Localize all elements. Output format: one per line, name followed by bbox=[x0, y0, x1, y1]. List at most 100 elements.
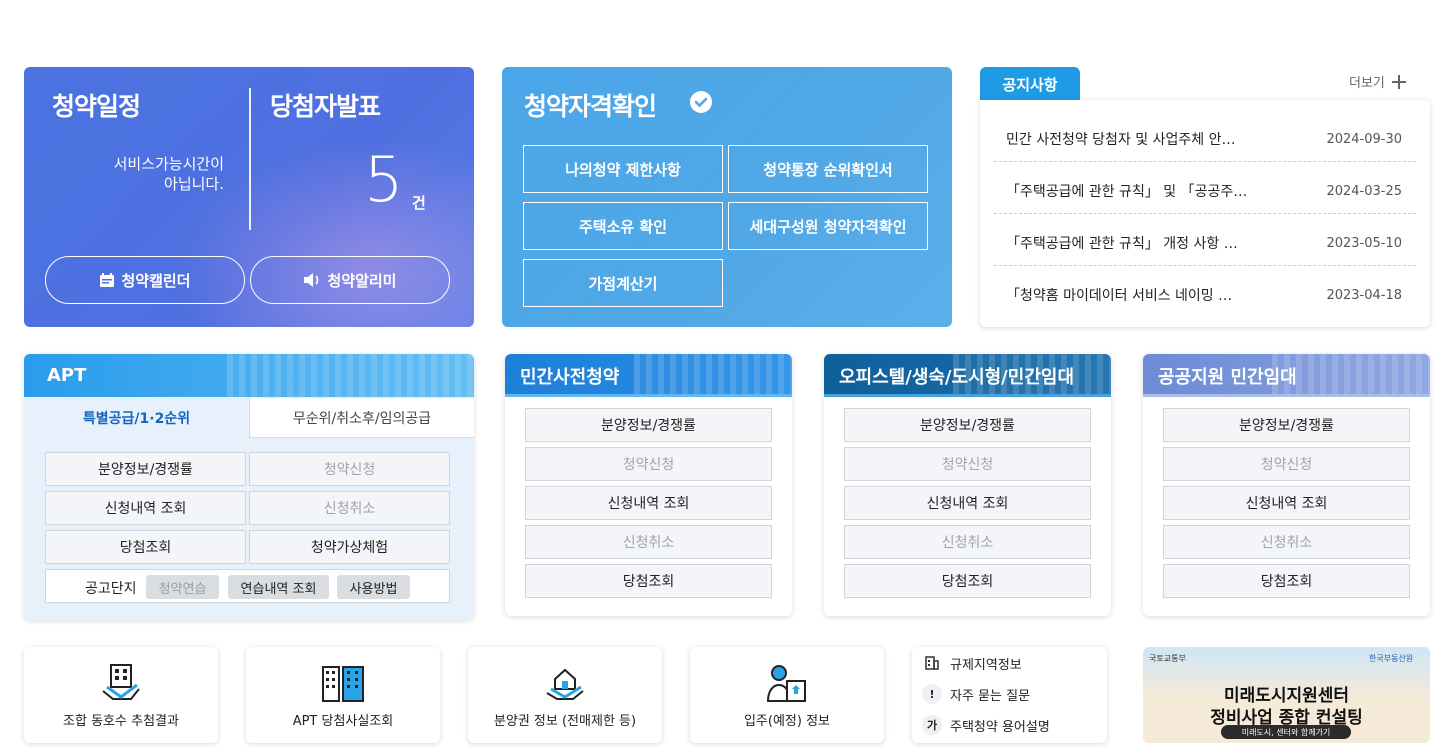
regulated-area-link[interactable]: 규제지역정보 bbox=[922, 652, 1022, 674]
house-ownership-button[interactable]: 주택소유 확인 bbox=[523, 202, 723, 250]
check-icon bbox=[690, 91, 712, 113]
apt-history-button[interactable]: 신청내역 조회 bbox=[45, 491, 246, 525]
tab-special-supply[interactable]: 특별공급/1·2순위 bbox=[24, 398, 249, 438]
faq-label: 자주 묻는 질문 bbox=[950, 688, 1031, 704]
speaker-icon bbox=[304, 273, 319, 287]
pre-sale-header: 민간사전청약 bbox=[505, 354, 792, 397]
notice-date: 2024-09-30 bbox=[1326, 132, 1402, 147]
notice-title[interactable]: 민간 사전청약 당첨자 및 사업주체 안… bbox=[1006, 129, 1235, 149]
officetel-cancel-button[interactable]: 신청취소 bbox=[844, 525, 1091, 559]
officetel-result-button[interactable]: 당첨조회 bbox=[844, 564, 1091, 598]
building-pattern bbox=[226, 354, 474, 397]
schedule-card: 청약일정 당첨자발표 서비스가능시간이 아닙니다. 5 건 청약캘린더 청약알리… bbox=[24, 67, 474, 327]
alarm-button[interactable]: 청약알리미 bbox=[250, 256, 450, 304]
winners-title[interactable]: 당첨자발표 bbox=[270, 87, 381, 123]
apt-cancel-button[interactable]: 신청취소 bbox=[249, 491, 450, 525]
calendar-icon bbox=[100, 273, 115, 287]
quick-link-label: 조합 동호수 추첨결과 bbox=[63, 714, 179, 729]
public-rental-header: 공공지원 민간임대 bbox=[1143, 354, 1430, 397]
faq-label: 규제지역정보 bbox=[950, 657, 1022, 673]
schedule-title[interactable]: 청약일정 bbox=[52, 87, 141, 123]
public-rental-cancel-button[interactable]: 신청취소 bbox=[1163, 525, 1410, 559]
notice-title[interactable]: 「주택공급에 관한 규칙」 개정 사항 … bbox=[1006, 233, 1238, 253]
info-links: 규제지역정보 ! 자주 묻는 질문 가 주택청약 용어설명 bbox=[912, 647, 1107, 743]
notice-title[interactable]: 「청약홈 마이데이터 서비스 네이밍 … bbox=[1006, 285, 1232, 305]
practice-history-button[interactable]: 연습내역 조회 bbox=[228, 575, 329, 599]
exclamation-icon: ! bbox=[922, 684, 942, 704]
officetel-title: 오피스텔/생숙/도시형/민간임대 bbox=[839, 366, 1075, 388]
apt-header: APT bbox=[24, 354, 474, 397]
officetel-header: 오피스텔/생숙/도시형/민간임대 bbox=[824, 354, 1111, 397]
banner-org2: 한국부동산원 bbox=[1369, 654, 1414, 663]
apt-title: APT bbox=[47, 365, 87, 386]
banner-tagline: 미래도시, 센터와 함께가기 bbox=[1221, 725, 1351, 739]
quick-link-apt-winner[interactable]: APT 당첨사실조회 bbox=[246, 647, 440, 743]
quick-link-union-lottery[interactable]: 조합 동호수 추첨결과 bbox=[24, 647, 218, 743]
faq-label: 주택청약 용어설명 bbox=[950, 719, 1050, 735]
faq-link[interactable]: ! 자주 묻는 질문 bbox=[922, 683, 1030, 705]
my-restriction-button[interactable]: 나의청약 제한사항 bbox=[523, 145, 723, 193]
pre-sale-cancel-button[interactable]: 신청취소 bbox=[525, 525, 772, 559]
practice-bar: 공고단지 청약연습 연습내역 조회 사용방법 bbox=[45, 569, 450, 603]
tab-notices[interactable]: 공지사항 bbox=[980, 67, 1080, 101]
apt-result-button[interactable]: 당첨조회 bbox=[45, 530, 246, 564]
notice-title[interactable]: 「주택공급에 관한 규칙」 및 「공공주… bbox=[1006, 181, 1247, 201]
pre-sale-card: 민간사전청약 분양정보/경쟁률 청약신청 신청내역 조회 신청취소 당첨조회 bbox=[505, 354, 792, 616]
pre-sale-history-button[interactable]: 신청내역 조회 bbox=[525, 486, 772, 520]
public-rental-info-button[interactable]: 분양정보/경쟁률 bbox=[1163, 408, 1410, 442]
notice-list: 민간 사전청약 당첨자 및 사업주체 안… 2024-09-30 「주택공급에 … bbox=[980, 100, 1430, 327]
building-icon bbox=[922, 653, 942, 673]
public-rental-result-button[interactable]: 당첨조회 bbox=[1163, 564, 1410, 598]
account-rank-button[interactable]: 청약통장 순위확인서 bbox=[728, 145, 928, 193]
winners-count[interactable]: 5 bbox=[364, 145, 403, 215]
point-calculator-button[interactable]: 가점계산기 bbox=[523, 259, 723, 307]
pre-sale-apply-button[interactable]: 청약신청 bbox=[525, 447, 772, 481]
practice-label: 공고단지 bbox=[85, 581, 137, 597]
more-link[interactable]: 더보기 bbox=[1349, 72, 1407, 91]
apartment-icon bbox=[322, 666, 364, 702]
practice-button[interactable]: 청약연습 bbox=[146, 575, 219, 599]
list-item[interactable]: 민간 사전청약 당첨자 및 사업주체 안… 2024-09-30 bbox=[994, 110, 1416, 162]
notice-date: 2024-03-25 bbox=[1326, 184, 1402, 199]
notice-date: 2023-05-10 bbox=[1326, 236, 1402, 251]
public-rental-history-button[interactable]: 신청내역 조회 bbox=[1163, 486, 1410, 520]
building-hand-icon bbox=[102, 664, 140, 700]
glossary-icon: 가 bbox=[922, 715, 942, 735]
tab-no-rank-supply[interactable]: 무순위/취소후/임의공급 bbox=[249, 398, 474, 438]
quick-link-move-in[interactable]: 입주(예정) 정보 bbox=[690, 647, 884, 743]
apt-apply-button[interactable]: 청약신청 bbox=[249, 452, 450, 486]
apt-sale-info-button[interactable]: 분양정보/경쟁률 bbox=[45, 452, 246, 486]
pre-sale-result-button[interactable]: 당첨조회 bbox=[525, 564, 772, 598]
how-to-use-button[interactable]: 사용방법 bbox=[337, 575, 410, 599]
household-qualification-button[interactable]: 세대구성원 청약자격확인 bbox=[728, 202, 928, 250]
building-pattern bbox=[634, 354, 792, 397]
list-item[interactable]: 「주택공급에 관한 규칙」 개정 사항 … 2023-05-10 bbox=[994, 214, 1416, 266]
divider bbox=[249, 88, 251, 230]
consulting-banner[interactable]: 국토교통부 한국부동산원 미래도시지원센터 정비사업 종합 컨설팅 미래도시, … bbox=[1143, 647, 1430, 743]
pre-sale-info-button[interactable]: 분양정보/경쟁률 bbox=[525, 408, 772, 442]
list-item[interactable]: 「주택공급에 관한 규칙」 및 「공공주… 2024-03-25 bbox=[994, 162, 1416, 214]
notice-date: 2023-04-18 bbox=[1326, 288, 1402, 303]
calendar-button-label: 청약캘린더 bbox=[121, 271, 191, 290]
qualification-title: 청약자격확인 bbox=[524, 92, 657, 121]
winners-count-unit: 건 bbox=[412, 194, 426, 212]
public-rental-card: 공공지원 민간임대 분양정보/경쟁률 청약신청 신청내역 조회 신청취소 당첨조… bbox=[1143, 354, 1430, 616]
quick-link-label: 입주(예정) 정보 bbox=[743, 714, 831, 729]
quick-link-label: 분양권 정보 (전매제한 등) bbox=[493, 714, 637, 729]
person-document-icon bbox=[766, 665, 806, 702]
officetel-apply-button[interactable]: 청약신청 bbox=[844, 447, 1091, 481]
quick-link-label: APT 당첨사실조회 bbox=[292, 714, 394, 729]
list-item[interactable]: 「청약홈 마이데이터 서비스 네이밍 … 2023-04-18 bbox=[994, 266, 1416, 318]
quick-link-presale-rights[interactable]: 분양권 정보 (전매제한 등) bbox=[468, 647, 662, 743]
glossary-link[interactable]: 가 주택청약 용어설명 bbox=[922, 714, 1050, 736]
officetel-info-button[interactable]: 분양정보/경쟁률 bbox=[844, 408, 1091, 442]
qualification-card: 청약자격확인 나의청약 제한사항 청약통장 순위확인서 주택소유 확인 세대구성… bbox=[502, 67, 952, 327]
officetel-history-button[interactable]: 신청내역 조회 bbox=[844, 486, 1091, 520]
public-rental-title: 공공지원 민간임대 bbox=[1158, 366, 1297, 388]
officetel-card: 오피스텔/생숙/도시형/민간임대 분양정보/경쟁률 청약신청 신청내역 조회 신… bbox=[824, 354, 1111, 616]
public-rental-apply-button[interactable]: 청약신청 bbox=[1163, 447, 1410, 481]
header-underline bbox=[505, 394, 792, 397]
calendar-button[interactable]: 청약캘린더 bbox=[45, 256, 245, 304]
banner-org1: 국토교통부 bbox=[1149, 654, 1186, 663]
apt-simulation-button[interactable]: 청약가상체험 bbox=[249, 530, 450, 564]
